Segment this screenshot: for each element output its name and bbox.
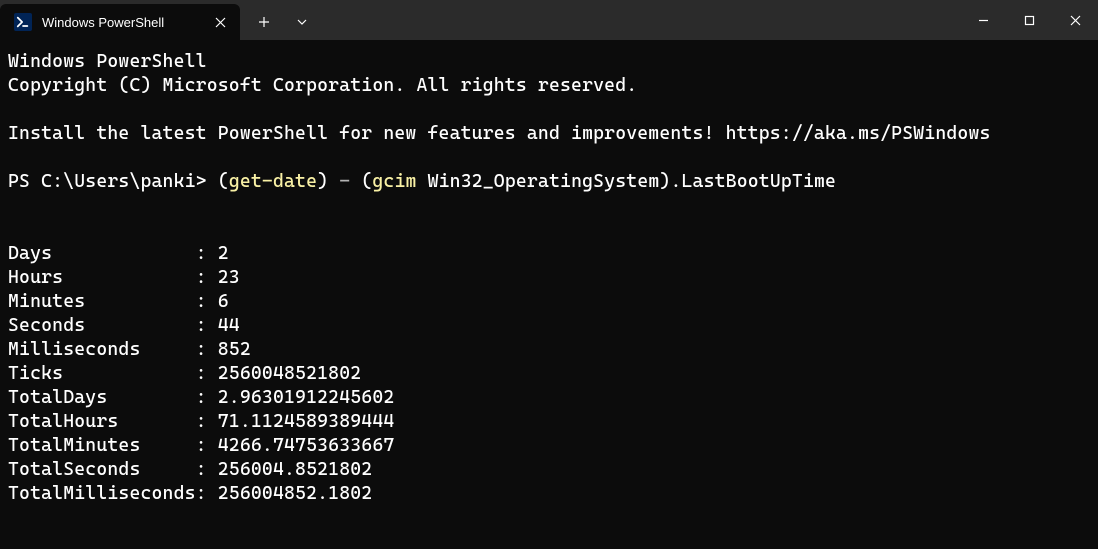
chevron-down-icon xyxy=(297,19,307,25)
prompt-line: PS C:\Users\panki> (get-date) - (gcim Wi… xyxy=(8,171,836,192)
titlebar-drag-region[interactable] xyxy=(318,0,960,40)
tab-active[interactable]: Windows PowerShell xyxy=(0,4,240,40)
cmd-arg: Win32_OperatingSystem xyxy=(417,171,660,192)
close-icon xyxy=(215,17,226,28)
operator: - xyxy=(328,171,361,192)
close-icon xyxy=(1070,15,1081,26)
window-controls xyxy=(960,0,1098,40)
titlebar: Windows PowerShell xyxy=(0,0,1098,40)
minimize-button[interactable] xyxy=(960,0,1006,40)
tab-close-button[interactable] xyxy=(210,12,230,32)
terminal-output[interactable]: Windows PowerShell Copyright (C) Microso… xyxy=(0,40,1098,516)
new-tab-button[interactable] xyxy=(248,6,280,38)
plus-icon xyxy=(258,16,270,28)
output-rows: Days : 2 Hours : 23 Minutes : 6 Seconds … xyxy=(8,243,394,504)
close-window-button[interactable] xyxy=(1052,0,1098,40)
powershell-icon xyxy=(14,13,32,31)
tab-title: Windows PowerShell xyxy=(42,15,200,30)
prompt-prefix: PS C:\Users\panki> xyxy=(8,171,218,192)
cmdlet: gcim xyxy=(372,171,416,192)
banner-line: Copyright (C) Microsoft Corporation. All… xyxy=(8,75,637,96)
maximize-icon xyxy=(1024,15,1035,26)
minimize-icon xyxy=(978,15,989,26)
maximize-button[interactable] xyxy=(1006,0,1052,40)
tab-dropdown-button[interactable] xyxy=(286,6,318,38)
banner-line: Windows PowerShell xyxy=(8,51,207,72)
install-message: Install the latest PowerShell for new fe… xyxy=(8,123,991,144)
property: LastBootUpTime xyxy=(682,171,837,192)
cmdlet: get-date xyxy=(229,171,317,192)
tab-actions xyxy=(240,0,318,40)
